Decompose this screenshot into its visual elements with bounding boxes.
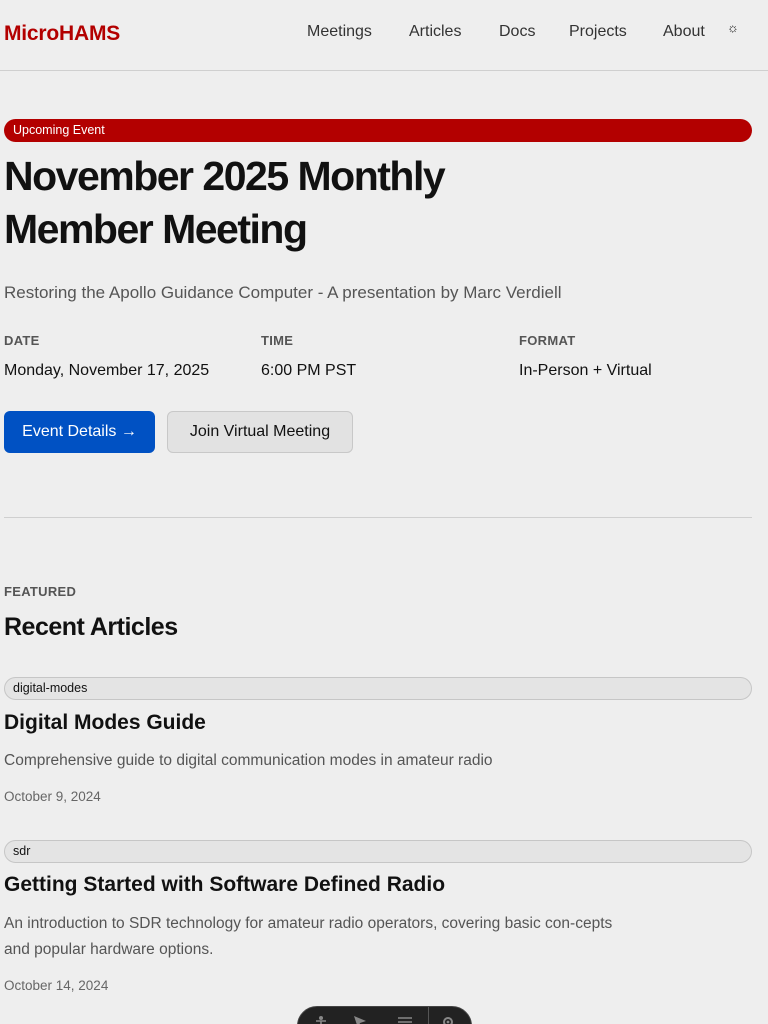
- article-description: An introduction to SDR technology for am…: [4, 915, 613, 958]
- event-time: TIME 6:00 PM PST: [261, 333, 356, 380]
- time-label: TIME: [261, 333, 294, 348]
- toolbar-separator: [428, 1007, 429, 1024]
- sun-icon[interactable]: ☼: [727, 20, 739, 35]
- section-title: Recent Articles: [4, 613, 178, 641]
- article-date: October 14, 2024: [4, 978, 109, 993]
- event-subtitle: Restoring the Apollo Guidance Computer -…: [4, 283, 562, 302]
- nav-meetings[interactable]: Meetings: [307, 23, 372, 41]
- accessibility-icon[interactable]: [314, 1015, 328, 1024]
- article-description: Comprehensive guide to digital communica…: [4, 752, 493, 769]
- menu-icon[interactable]: [397, 1015, 413, 1024]
- featured-eyebrow: FEATURED: [4, 584, 77, 599]
- date-value: Monday, November 17, 2025: [4, 362, 210, 379]
- nav-docs[interactable]: Docs: [499, 23, 535, 41]
- settings-icon[interactable]: [441, 1015, 455, 1024]
- site-logo[interactable]: MicroHAMS: [4, 22, 120, 46]
- event-badge: Upcoming Event: [4, 119, 752, 142]
- floating-toolbar: [297, 1006, 472, 1024]
- nav-projects[interactable]: Projects: [569, 23, 627, 41]
- join-virtual-meeting-button[interactable]: Join Virtual Meeting: [167, 411, 353, 453]
- article-title[interactable]: Digital Modes Guide: [4, 711, 206, 735]
- format-value: In-Person + Virtual: [519, 362, 652, 379]
- event-details-button[interactable]: Event Details →: [4, 411, 155, 453]
- date-label: DATE: [4, 333, 40, 348]
- nav-articles[interactable]: Articles: [409, 23, 461, 41]
- article-tag[interactable]: sdr: [4, 840, 752, 863]
- cursor-icon[interactable]: [353, 1015, 367, 1024]
- nav-about[interactable]: About: [663, 23, 705, 41]
- event-date: DATE Monday, November 17, 2025: [4, 333, 209, 380]
- time-value: 6:00 PM PST: [261, 362, 357, 379]
- article-tag[interactable]: digital-modes: [4, 677, 752, 700]
- article-title[interactable]: Getting Started with Software Defined Ra…: [4, 873, 445, 897]
- article-date: October 9, 2024: [4, 789, 101, 804]
- format-label: FORMAT: [519, 333, 576, 348]
- event-title: November 2025 Monthly Member Meeting: [4, 153, 446, 252]
- event-format: FORMAT In-Person + Virtual: [519, 333, 652, 380]
- site-header: MicroHAMS Meetings Articles Docs Project…: [0, 0, 768, 71]
- section-divider: [4, 517, 752, 518]
